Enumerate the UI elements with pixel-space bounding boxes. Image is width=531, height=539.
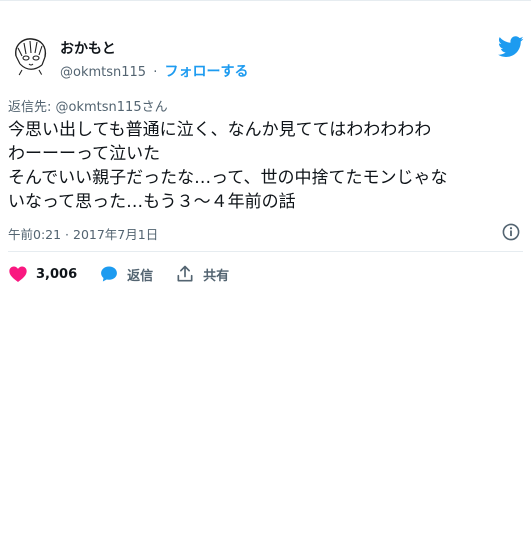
reply-to-line: 返信先: @okmtsn115さん	[8, 96, 168, 115]
action-bar: 3,006 返信 共有	[8, 263, 251, 285]
reply-to-prefix: 返信先:	[8, 100, 56, 115]
handle-row: @okmtsn115 · フォローする	[60, 61, 249, 81]
user-handle[interactable]: @okmtsn115	[60, 65, 146, 80]
top-border	[0, 0, 531, 1]
divider	[8, 251, 523, 252]
like-button[interactable]: 3,006	[8, 264, 77, 284]
like-count: 3,006	[36, 266, 78, 282]
reply-button[interactable]: 返信	[99, 264, 153, 284]
share-label: 共有	[203, 268, 230, 284]
speech-bubble-icon	[101, 266, 118, 282]
twitter-bird-icon[interactable]	[497, 36, 524, 58]
separator-dot: ·	[153, 65, 158, 80]
info-icon[interactable]	[502, 223, 520, 241]
heart-icon	[9, 266, 27, 282]
tweet-card: おかもと @okmtsn115 · フォローする 返信先: @okmtsn115…	[0, 0, 531, 539]
follow-button[interactable]: フォローする	[165, 64, 249, 80]
tweet-timestamp[interactable]: 午前0:21 · 2017年7月1日	[8, 224, 158, 243]
reply-to-handle[interactable]: @okmtsn115	[56, 100, 142, 115]
reply-label: 返信	[127, 268, 154, 284]
display-name[interactable]: おかもと	[60, 38, 116, 58]
avatar[interactable]	[8, 34, 52, 78]
share-upload-icon	[177, 265, 193, 282]
reply-to-suffix: さん	[141, 100, 168, 115]
tweet-text: 今思い出しても普通に泣く、なんか見ててはわわわわわ わーーーって泣いた そんでい…	[8, 120, 448, 212]
share-button[interactable]: 共有	[175, 264, 229, 284]
